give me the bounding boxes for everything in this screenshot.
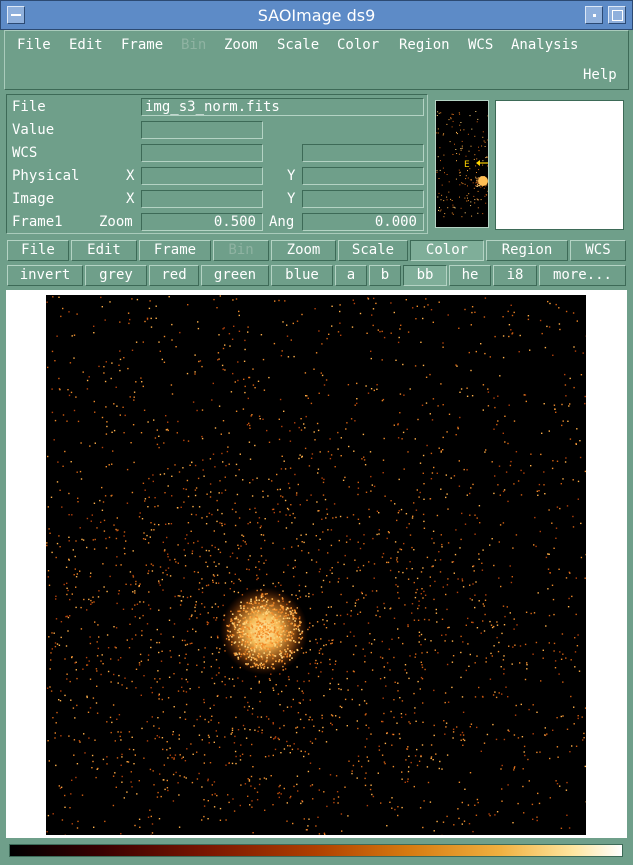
value-label: Value <box>12 122 55 138</box>
menu-region[interactable]: Region <box>399 37 450 53</box>
physical-label: Physical <box>12 168 80 184</box>
physical-y-label: Y <box>287 168 296 184</box>
cmap-green-button[interactable]: green <box>201 265 269 286</box>
image-y-field <box>302 190 424 208</box>
button-scale[interactable]: Scale <box>338 240 408 261</box>
angle-label: Ang <box>269 214 295 230</box>
angle-field: 0.000 <box>302 213 424 231</box>
menu-edit[interactable]: Edit <box>69 37 103 53</box>
cmap-bb-button[interactable]: bb <box>403 265 447 286</box>
cmap-a-button[interactable]: a <box>335 265 367 286</box>
zoom-field: 0.500 <box>141 213 263 231</box>
menu-frame[interactable]: Frame <box>121 37 163 53</box>
zoom-label: Zoom <box>99 214 133 230</box>
frame-label: Frame1 <box>12 214 63 230</box>
menu-analysis[interactable]: Analysis <box>511 37 578 53</box>
image-display-area[interactable] <box>6 290 627 838</box>
cmap-red-button[interactable]: red <box>149 265 199 286</box>
button-zoom[interactable]: Zoom <box>271 240 336 261</box>
maximize-icon[interactable] <box>608 6 626 24</box>
image-x-field <box>141 190 263 208</box>
cmap-invert-button[interactable]: invert <box>7 265 83 286</box>
menu-help[interactable]: Help <box>583 67 617 83</box>
title-bar[interactable]: SAOImage ds9 <box>0 0 633 30</box>
menu-bin: Bin <box>181 37 207 53</box>
fits-image[interactable] <box>46 295 586 835</box>
button-color[interactable]: Color <box>410 240 484 261</box>
cmap-i8-button[interactable]: i8 <box>493 265 537 286</box>
button-region[interactable]: Region <box>486 240 568 261</box>
button-wcs[interactable]: WCS <box>570 240 626 261</box>
wcs-field-2 <box>302 144 424 162</box>
physical-x-label: X <box>126 168 135 184</box>
button-bar: File Edit Frame Bin Zoom Scale Color Reg… <box>4 239 629 263</box>
wcs-field-1 <box>141 144 263 162</box>
window-title: SAOImage ds9 <box>257 6 376 25</box>
cmap-grey-button[interactable]: grey <box>85 265 147 286</box>
compass-arrowhead-icon <box>476 160 480 166</box>
value-field <box>141 121 263 139</box>
image-x-label: X <box>126 191 135 207</box>
menu-scale[interactable]: Scale <box>277 37 319 53</box>
menu-wcs[interactable]: WCS <box>468 37 493 53</box>
magnifier <box>495 100 624 230</box>
image-label: Image <box>12 191 55 207</box>
menu-bar: File Edit Frame Bin Zoom Scale Color Reg… <box>4 30 629 90</box>
wcs-label: WCS <box>12 145 38 161</box>
image-canvas[interactable] <box>46 295 586 835</box>
physical-y-field <box>302 167 424 185</box>
file-name-field: img_s3_norm.fits <box>141 98 424 116</box>
cmap-b-button[interactable]: b <box>369 265 401 286</box>
panner[interactable]: E <box>435 100 489 228</box>
cmap-more-button[interactable]: more... <box>539 265 626 286</box>
menu-color[interactable]: Color <box>337 37 379 53</box>
minimize-icon[interactable] <box>585 6 603 24</box>
button-bin: Bin <box>213 240 269 261</box>
file-label: File <box>12 99 46 115</box>
physical-x-field <box>141 167 263 185</box>
button-edit[interactable]: Edit <box>71 240 137 261</box>
menu-file[interactable]: File <box>17 37 51 53</box>
compass-east-label: E <box>464 160 470 170</box>
cmap-he-button[interactable]: he <box>449 265 491 286</box>
colorbar-frame <box>6 840 627 860</box>
colorbar[interactable] <box>9 844 623 857</box>
button-frame[interactable]: Frame <box>139 240 211 261</box>
colormap-button-bar: invert grey red green blue a b bb he i8 … <box>4 264 629 288</box>
button-file[interactable]: File <box>7 240 69 261</box>
panner-thumbnail: E <box>436 111 488 218</box>
menu-zoom[interactable]: Zoom <box>224 37 258 53</box>
image-y-label: Y <box>287 191 296 207</box>
cmap-blue-button[interactable]: blue <box>271 265 333 286</box>
